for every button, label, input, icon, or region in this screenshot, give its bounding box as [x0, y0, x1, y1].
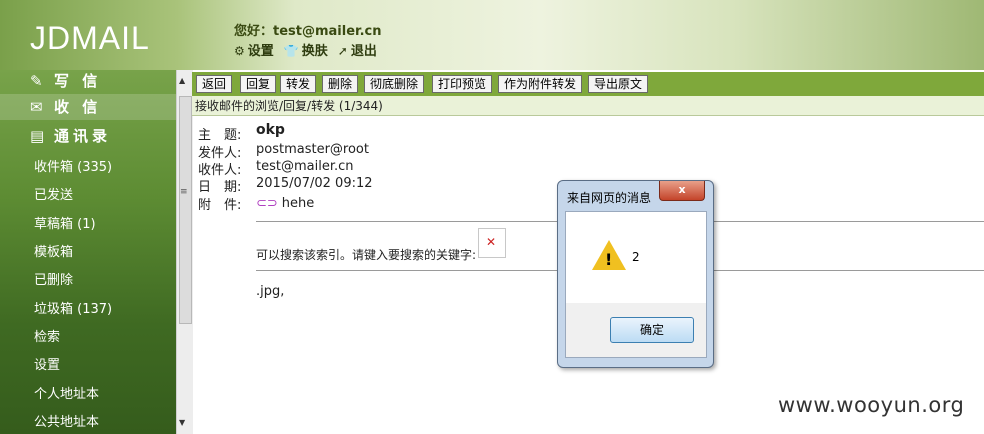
export-source-button[interactable]: 导出原文 [588, 75, 649, 93]
sidebar-item-settings[interactable]: 设置 [34, 354, 60, 373]
sidebar-item-deleted[interactable]: 已删除 [34, 269, 73, 288]
sidebar-item-inbox[interactable]: ✉ 收 信 [0, 94, 176, 120]
attachment-link[interactable]: ⊂⊃ hehe [256, 196, 314, 211]
body-line-1: 可以搜索该索引。请键入要搜索的关键字: [256, 248, 477, 262]
alert-dialog: 来自网页的消息 x ! 2 确定 [557, 180, 714, 368]
receive-icon: ✉ [30, 98, 43, 116]
close-button[interactable]: x [659, 181, 705, 201]
sidebar-item-inbox-folder[interactable]: 收件箱 (335) [34, 156, 112, 175]
watermark: www.wooyun.org [778, 393, 965, 417]
header-banner: JDMAIL 您好：test@mailer.cn ⚙ 设置 👕 换肤 ➚ 退出 [0, 0, 984, 70]
view-subtitle: 接收邮件的浏览/回复/转发 (1/344) [192, 96, 984, 116]
greeting-text: 您好：test@mailer.cn [234, 24, 382, 39]
attachment-label: 附 件: [198, 198, 242, 213]
date-value: 2015/07/02 09:12 [256, 176, 373, 191]
dialog-message: 2 [632, 250, 640, 264]
skin-link[interactable]: 👕 换肤 [284, 40, 328, 59]
to-value: test@mailer.cn [256, 159, 354, 174]
back-button[interactable]: 返回 [196, 75, 233, 93]
gear-icon: ⚙ [234, 44, 245, 58]
mail-toolbar: 返回 回复 转发 删除 彻底删除 打印预览 作为附件转发 导出原文 [192, 72, 984, 96]
broken-image-x-icon: ✕ [486, 235, 497, 249]
sidebar-item-public-address-book[interactable]: 公共地址本 [34, 411, 99, 430]
sidebar-item-templates[interactable]: 模板箱 [34, 241, 73, 260]
scroll-grip-icon: ≡ [180, 187, 188, 197]
compose-icon: ✎ [30, 72, 43, 90]
scroll-thumb[interactable] [179, 96, 192, 324]
settings-link[interactable]: ⚙ 设置 [234, 40, 274, 59]
forward-button[interactable]: 转发 [280, 75, 317, 93]
sidebar: ✎ 写 信 ✉ 收 信 ▤ 通讯录 收件箱 (335) 已发送 草稿箱 (1) 模板箱… [0, 70, 176, 434]
ok-button[interactable]: 确定 [610, 317, 694, 343]
logout-link[interactable]: ➚ 退出 [338, 40, 377, 59]
exit-arrow-icon: ➚ [337, 44, 348, 58]
shirt-icon: 👕 [283, 44, 299, 58]
sidebar-item-compose[interactable]: ✎ 写 信 [30, 70, 101, 91]
reply-button[interactable]: 回复 [240, 75, 277, 93]
date-label: 日 期: [198, 180, 242, 195]
sidebar-item-spam[interactable]: 垃圾箱 (137) [34, 298, 112, 317]
subject-label: 主 题: [198, 128, 242, 143]
sidebar-item-search[interactable]: 检索 [34, 326, 60, 345]
sidebar-item-sent[interactable]: 已发送 [34, 184, 73, 203]
forward-as-attachment-button[interactable]: 作为附件转发 [498, 75, 583, 93]
header-links: ⚙ 设置 👕 换肤 ➚ 退出 [234, 40, 377, 59]
sidebar-item-drafts[interactable]: 草稿箱 (1) [34, 213, 96, 232]
warning-exclamation-icon: ! [605, 250, 613, 269]
permanent-delete-button[interactable]: 彻底删除 [364, 75, 425, 93]
sidebar-item-contacts[interactable]: ▤ 通讯录 [30, 125, 111, 146]
address-book-icon: ▤ [30, 127, 45, 145]
sidebar-item-personal-address-book[interactable]: 个人地址本 [34, 383, 99, 402]
broken-image: ✕ [478, 228, 506, 258]
scroll-up-arrow-icon[interactable]: ▲ [179, 76, 185, 85]
print-preview-button[interactable]: 打印预览 [432, 75, 493, 93]
body-line-2: .jpg, [256, 284, 285, 299]
subject-value: okp [256, 122, 285, 138]
dialog-footer: 确定 [565, 303, 707, 358]
paperclip-icon: ⊂⊃ [256, 196, 278, 211]
from-value: postmaster@root [256, 142, 369, 157]
vertical-scrollbar[interactable]: ▲ ≡ ▼ [176, 70, 193, 434]
app-logo: JDMAIL [30, 20, 150, 56]
dialog-title: 来自网页的消息 [567, 191, 652, 205]
scroll-down-arrow-icon[interactable]: ▼ [179, 418, 185, 427]
delete-button[interactable]: 删除 [322, 75, 359, 93]
dialog-body: ! 2 [565, 211, 707, 305]
